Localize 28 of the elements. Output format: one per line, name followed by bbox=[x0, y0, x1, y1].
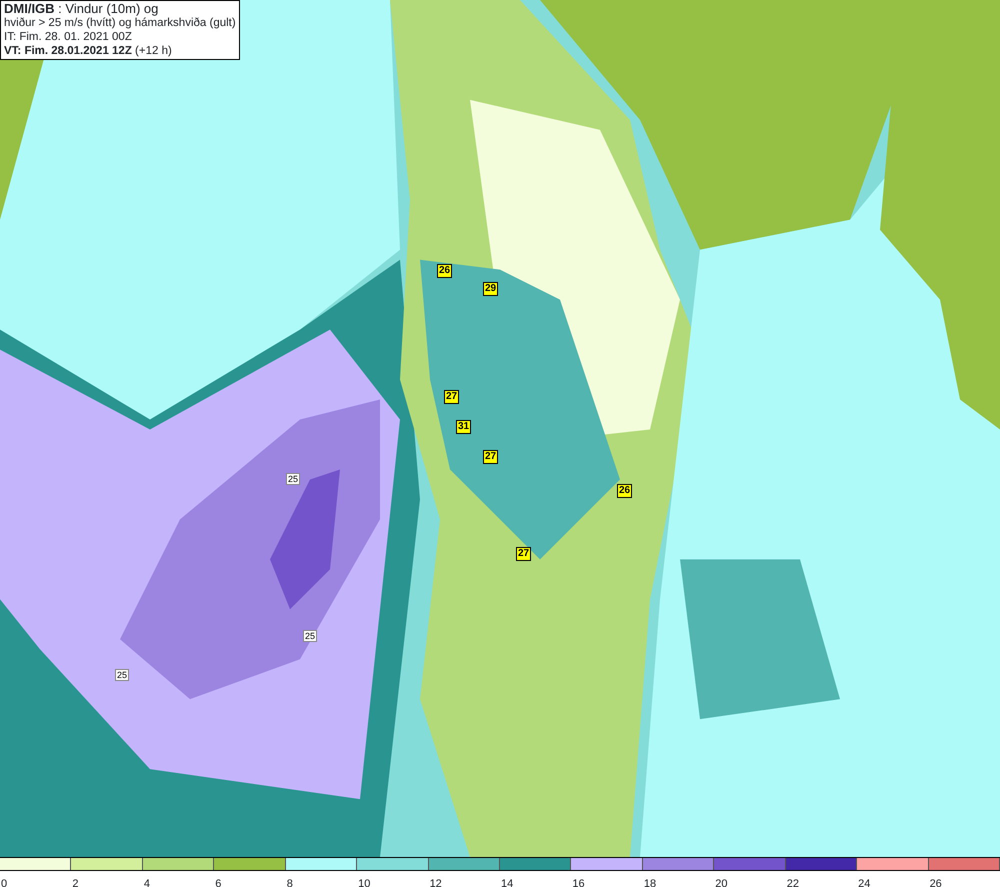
scale-tick-label: 2 bbox=[71, 878, 79, 887]
header-line: IT: Fim. 28. 01. 2021 00Z bbox=[4, 30, 133, 44]
gust-label: 26 bbox=[617, 484, 632, 498]
header-line: hviður > 25 m/s (hvítt) og hámarkshviða (gult) bbox=[4, 16, 236, 30]
scale-tick-label: 8 bbox=[286, 878, 293, 887]
gust-label: 27 bbox=[483, 450, 498, 464]
scale-tick-label: 12 bbox=[428, 878, 442, 887]
gust-label: 26 bbox=[437, 264, 452, 278]
scale-tick-label: 20 bbox=[714, 878, 728, 887]
scale-tick-label: 10 bbox=[357, 878, 370, 887]
scale-tick-label: 16 bbox=[571, 878, 585, 887]
scale-tick-label: 0 bbox=[0, 878, 8, 887]
contour-label: 25 bbox=[303, 630, 318, 642]
header-line: VT: Fim. 28.01.2021 12Z (+12 h) bbox=[4, 44, 173, 58]
scale-tick-label: 6 bbox=[214, 878, 222, 887]
header-line: DMI/IGB : Vindur (10m) og bbox=[4, 2, 160, 16]
scale-tick-label: 22 bbox=[786, 878, 799, 887]
scale-tick-label: 26 bbox=[928, 878, 942, 887]
scale-tick-label: 4 bbox=[142, 878, 150, 887]
scale-tick-label: 14 bbox=[500, 878, 514, 887]
gust-label: 29 bbox=[483, 282, 498, 296]
scale-tick-label: 24 bbox=[857, 878, 870, 887]
gust-label: 31 bbox=[456, 420, 472, 434]
contour-label: 25 bbox=[115, 669, 130, 681]
contour-label: 25 bbox=[286, 473, 300, 485]
scale-tick-label: 18 bbox=[642, 878, 656, 887]
gust-label: 27 bbox=[444, 390, 460, 404]
gust-label: 27 bbox=[516, 547, 532, 561]
